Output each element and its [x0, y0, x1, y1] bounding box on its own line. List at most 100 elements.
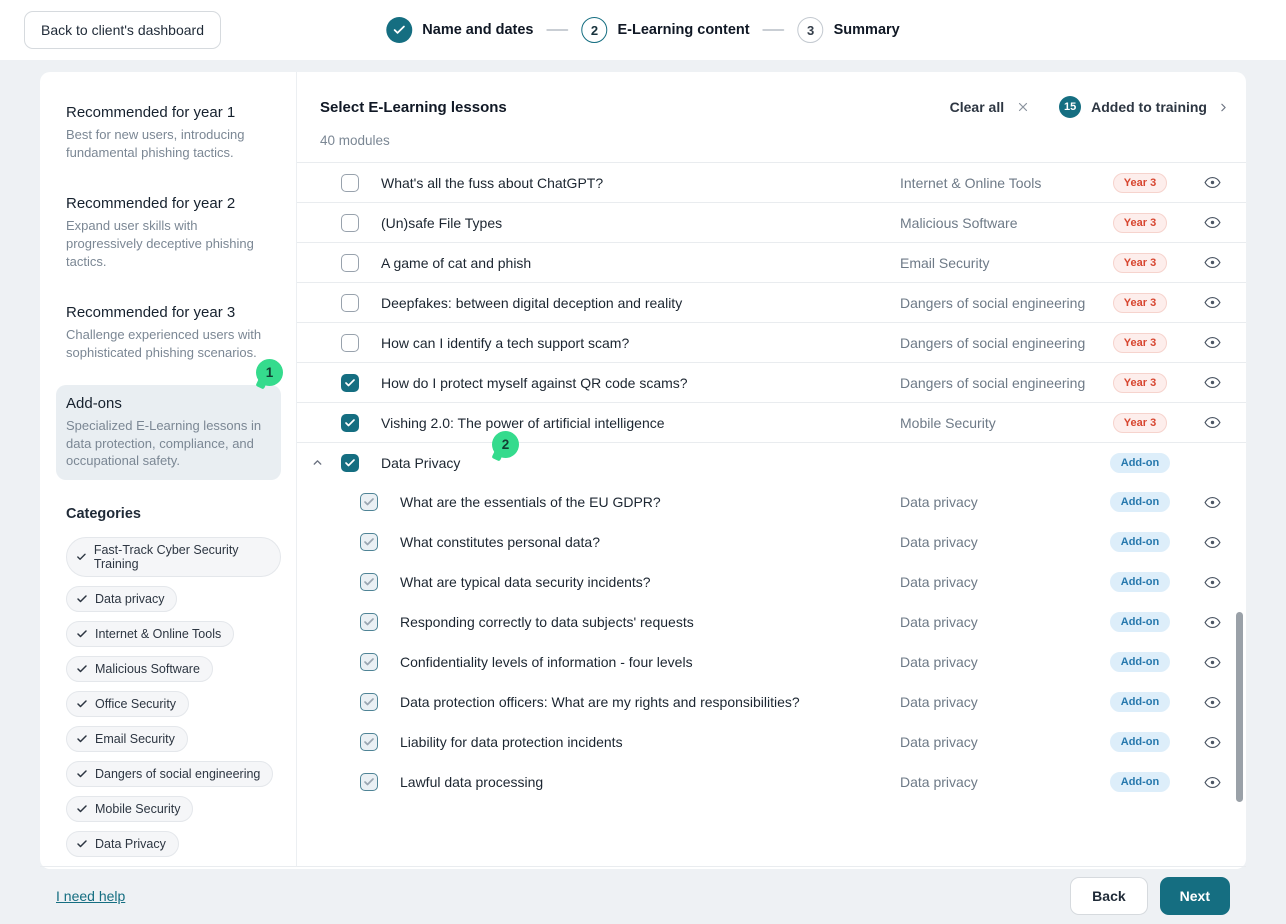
lesson-row[interactable]: Lawful data processing Data privacy Add-…	[297, 762, 1246, 802]
sidebar-recommendation[interactable]: Recommended for year 3 Challenge experie…	[56, 294, 281, 372]
lesson-checkbox[interactable]	[360, 573, 378, 591]
lesson-checkbox[interactable]	[341, 454, 359, 472]
lesson-row[interactable]: Data Privacy Add-on 2	[297, 442, 1246, 482]
preview-eye-icon[interactable]	[1190, 654, 1234, 671]
help-link[interactable]: I need help	[56, 888, 125, 904]
lesson-badge: Add-on	[1110, 532, 1170, 552]
lesson-badge-column: Add-on	[1090, 612, 1190, 632]
lesson-row[interactable]: Data protection officers: What are my ri…	[297, 682, 1246, 722]
lesson-badge: Year 3	[1113, 373, 1167, 393]
preview-eye-icon[interactable]	[1190, 614, 1234, 631]
lesson-row[interactable]: Deepfakes: between digital deception and…	[297, 282, 1246, 322]
category-chip[interactable]: Fast-Track Cyber Security Training	[66, 537, 281, 577]
lesson-row[interactable]: What's all the fuss about ChatGPT? Inter…	[297, 162, 1246, 202]
lesson-checkbox[interactable]	[360, 493, 378, 511]
categories-heading: Categories	[56, 506, 281, 522]
category-chip-label: Mobile Security	[95, 802, 180, 816]
preview-eye-icon[interactable]	[1190, 774, 1234, 791]
category-chip-line: Dangers of social engineering	[66, 761, 281, 787]
preview-eye-icon[interactable]	[1190, 294, 1234, 311]
preview-eye-icon[interactable]	[1190, 214, 1234, 231]
category-chip[interactable]: Mobile Security	[66, 796, 193, 822]
back-button[interactable]: Back	[1070, 877, 1147, 915]
preview-eye-icon[interactable]	[1190, 694, 1234, 711]
recommendation-title: Recommended for year 3	[66, 304, 271, 321]
category-chip[interactable]: Internet & Online Tools	[66, 621, 234, 647]
lesson-checkbox[interactable]	[360, 733, 378, 751]
category-chip-list: Fast-Track Cyber Security Training Data …	[56, 537, 281, 857]
lesson-badge: Add-on	[1110, 652, 1170, 672]
lesson-row[interactable]: What are the essentials of the EU GDPR? …	[297, 482, 1246, 522]
category-chip[interactable]: Data privacy	[66, 586, 177, 612]
check-icon	[76, 838, 88, 850]
stepper-step[interactable]: Name and dates	[386, 17, 533, 43]
added-to-training-button[interactable]: 15 Added to training	[1059, 96, 1230, 118]
recommendation-description: Expand user skills with progressively de…	[66, 217, 271, 271]
clear-all-button[interactable]: Clear all	[950, 99, 1029, 115]
step-label: Summary	[834, 22, 900, 38]
step-label: E-Learning content	[618, 22, 750, 38]
preview-eye-icon[interactable]	[1190, 414, 1234, 431]
stepper-step[interactable]: 2 E-Learning content	[582, 17, 750, 43]
category-chip[interactable]: Office Security	[66, 691, 189, 717]
category-chip[interactable]: Malicious Software	[66, 656, 213, 682]
lesson-row[interactable]: (Un)safe File Types Malicious Software Y…	[297, 202, 1246, 242]
lesson-badge: Add-on	[1110, 453, 1170, 473]
lesson-badge: Year 3	[1113, 173, 1167, 193]
scrollbar-thumb[interactable]	[1236, 612, 1243, 802]
preview-eye-icon[interactable]	[1190, 254, 1234, 271]
collapse-chevron-icon[interactable]	[311, 456, 341, 469]
lesson-badge: Add-on	[1110, 612, 1170, 632]
preview-eye-icon[interactable]	[1190, 534, 1234, 551]
preview-eye-icon[interactable]	[1190, 374, 1234, 391]
stepper-step[interactable]: 3 Summary	[798, 17, 900, 43]
sidebar-recommendation[interactable]: Recommended for year 2 Expand user skill…	[56, 185, 281, 281]
lesson-row[interactable]: How can I identify a tech support scam? …	[297, 322, 1246, 362]
preview-eye-icon[interactable]	[1190, 174, 1234, 191]
lesson-row[interactable]: What are typical data security incidents…	[297, 562, 1246, 602]
preview-eye-icon[interactable]	[1190, 574, 1234, 591]
added-count-badge: 15	[1059, 96, 1081, 118]
lesson-row[interactable]: What constitutes personal data? Data pri…	[297, 522, 1246, 562]
close-icon[interactable]	[1017, 101, 1029, 113]
lesson-checkbox[interactable]	[360, 613, 378, 631]
category-chip[interactable]: Dangers of social engineering	[66, 761, 273, 787]
next-button[interactable]: Next	[1160, 877, 1230, 915]
lesson-checkbox[interactable]	[341, 414, 359, 432]
back-to-dashboard-button[interactable]: Back to client's dashboard	[24, 11, 221, 49]
lesson-row[interactable]: How do I protect myself against QR code …	[297, 362, 1246, 402]
lesson-checkbox[interactable]	[341, 174, 359, 192]
lesson-row[interactable]: Responding correctly to data subjects' r…	[297, 602, 1246, 642]
step-separator	[547, 29, 569, 31]
lesson-checkbox[interactable]	[360, 533, 378, 551]
lesson-title: Liability for data protection incidents	[400, 734, 900, 750]
preview-eye-icon[interactable]	[1190, 334, 1234, 351]
lesson-category: Email Security	[900, 255, 1090, 271]
lesson-checkbox[interactable]	[360, 773, 378, 791]
lesson-checkbox[interactable]	[341, 254, 359, 272]
lesson-badge: Year 3	[1113, 333, 1167, 353]
step-separator	[763, 29, 785, 31]
sidebar-recommendation[interactable]: Add-ons Specialized E-Learning lessons i…	[56, 385, 281, 481]
preview-eye-icon[interactable]	[1190, 494, 1234, 511]
sidebar-recommendation[interactable]: Recommended for year 1 Best for new user…	[56, 94, 281, 172]
lesson-checkbox[interactable]	[341, 214, 359, 232]
lesson-checkbox[interactable]	[360, 653, 378, 671]
preview-eye-icon[interactable]	[1190, 734, 1234, 751]
lesson-row[interactable]: Confidentiality levels of information - …	[297, 642, 1246, 682]
lesson-checkbox[interactable]	[341, 294, 359, 312]
category-chip-label: Office Security	[95, 697, 176, 711]
lesson-category: Data privacy	[900, 694, 1090, 710]
lesson-row[interactable]: Liability for data protection incidents …	[297, 722, 1246, 762]
lesson-checkbox[interactable]	[360, 693, 378, 711]
recommendation-description: Specialized E-Learning lessons in data p…	[66, 417, 271, 471]
category-chip[interactable]: Email Security	[66, 726, 188, 752]
lesson-row[interactable]: A game of cat and phish Email Security Y…	[297, 242, 1246, 282]
lesson-title: Vishing 2.0: The power of artificial int…	[381, 415, 900, 431]
lesson-checkbox[interactable]	[341, 334, 359, 352]
lesson-row[interactable]: Vishing 2.0: The power of artificial int…	[297, 402, 1246, 442]
lesson-category: Dangers of social engineering	[900, 295, 1090, 311]
category-chip[interactable]: Data Privacy	[66, 831, 179, 857]
top-bar: Back to client's dashboard Name and date…	[0, 0, 1286, 60]
lesson-checkbox[interactable]	[341, 374, 359, 392]
